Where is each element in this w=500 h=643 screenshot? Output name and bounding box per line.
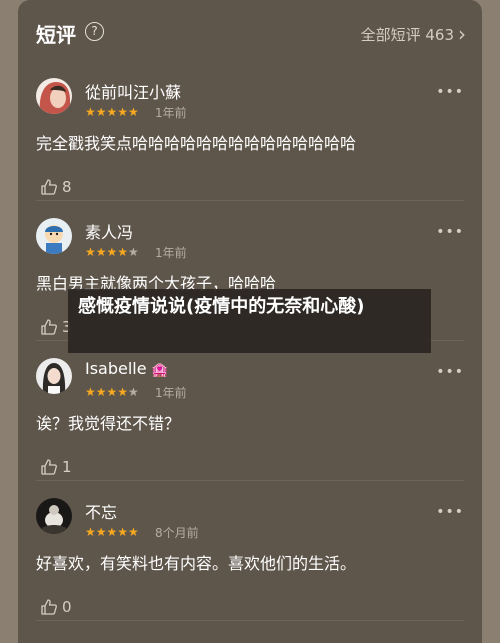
- review-username[interactable]: 不忘: [85, 499, 117, 523]
- review-item: Isabelle 🏩 ★★★★★ 1年前 ••• 诶？我觉得还不错？ 1: [18, 358, 482, 498]
- review-time: 1年前: [155, 386, 187, 400]
- all-reviews-link[interactable]: 全部短评 463 ›: [361, 22, 466, 46]
- article-title-overlay: 感慨疫情说说(疫情中的无奈和心酸): [68, 289, 431, 353]
- reviews-header: 短评 ? 全部短评 463 ›: [18, 0, 482, 64]
- rating-stars: ★★★★★: [85, 385, 139, 399]
- chevron-right-icon: ›: [458, 22, 466, 46]
- avatar[interactable]: [36, 358, 72, 394]
- more-icon[interactable]: •••: [436, 84, 464, 100]
- review-content: 完全戳我笑点哈哈哈哈哈哈哈哈哈哈哈哈哈哈: [36, 134, 357, 153]
- review-username-label: Isabelle: [85, 359, 147, 378]
- rating-stars: ★★★★★: [85, 525, 139, 539]
- review-content: 好喜欢，有笑料也有内容。喜欢他们的生活。: [36, 554, 357, 573]
- article-title: 感慨疫情说说(疫情中的无奈和心酸): [78, 296, 365, 317]
- review-username[interactable]: 從前叫汪小蘇: [85, 79, 181, 103]
- divider: [36, 200, 464, 201]
- rating-stars: ★★★★★: [85, 105, 139, 119]
- review-item: 從前叫汪小蘇 ★★★★★ 1年前 ••• 完全戳我笑点哈哈哈哈哈哈哈哈哈哈哈哈哈…: [18, 78, 482, 218]
- like-button[interactable]: 0: [40, 598, 72, 616]
- divider: [36, 620, 464, 621]
- review-time: 1年前: [155, 246, 187, 260]
- user-badge: 🏩: [151, 363, 168, 378]
- thumb-up-icon: [41, 599, 57, 615]
- like-button[interactable]: 8: [40, 178, 72, 196]
- review-item: 不忘 ★★★★★ 8个月前 ••• 好喜欢，有笑料也有内容。喜欢他们的生活。 0: [18, 498, 482, 638]
- divider: [36, 480, 464, 481]
- more-icon[interactable]: •••: [436, 504, 464, 520]
- review-content: 诶？我觉得还不错？: [36, 414, 181, 433]
- like-count: 0: [62, 598, 72, 616]
- page-title: 短评: [36, 23, 76, 47]
- rating-stars: ★★★★★: [85, 245, 139, 259]
- review-time: 8个月前: [155, 526, 199, 540]
- thumb-up-icon: [41, 319, 57, 335]
- help-icon[interactable]: ?: [85, 22, 104, 41]
- like-count: 8: [62, 178, 72, 196]
- review-time: 1年前: [155, 106, 187, 120]
- review-username[interactable]: 素人冯: [85, 219, 133, 243]
- all-reviews-label: 全部短评 463: [360, 25, 454, 44]
- like-button[interactable]: 1: [40, 458, 72, 476]
- avatar[interactable]: [36, 78, 72, 114]
- thumb-up-icon: [41, 179, 57, 195]
- review-username[interactable]: Isabelle 🏩: [85, 359, 168, 378]
- more-icon[interactable]: •••: [436, 364, 464, 380]
- like-count: 1: [62, 458, 72, 476]
- avatar[interactable]: [36, 498, 72, 534]
- thumb-up-icon: [41, 459, 57, 475]
- like-button[interactable]: 3: [40, 318, 72, 336]
- avatar[interactable]: [36, 218, 72, 254]
- more-icon[interactable]: •••: [436, 224, 464, 240]
